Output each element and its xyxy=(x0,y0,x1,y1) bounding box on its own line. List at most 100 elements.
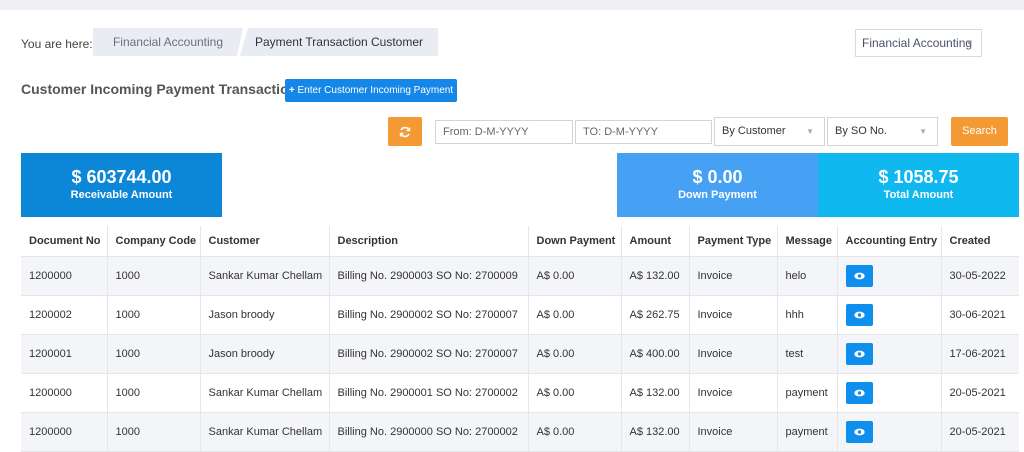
view-entry-button[interactable] xyxy=(845,381,873,404)
column-header[interactable]: Down Payment xyxy=(528,226,622,257)
table-row: 1200000 1000 Sankar Kumar Chellam Billin… xyxy=(21,256,1019,296)
table-cell xyxy=(837,256,942,296)
so-select[interactable]: By SO No. ▼ xyxy=(827,117,938,146)
chevron-down-icon: ▼ xyxy=(965,38,973,47)
breadcrumb-item-payment-transaction-customer[interactable]: Payment Transaction Customer xyxy=(240,28,438,56)
table-cell xyxy=(837,334,942,374)
view-entry-button[interactable] xyxy=(845,303,873,326)
column-header[interactable]: Accounting Entry xyxy=(837,226,942,257)
table-cell: Billing No. 2900002 SO No: 2700007 xyxy=(329,334,529,374)
column-header[interactable]: Amount xyxy=(621,226,690,257)
table-cell: 1000 xyxy=(107,256,201,296)
table-cell: 20-05-2021 xyxy=(941,373,1019,413)
column-header[interactable]: Description xyxy=(329,226,529,257)
module-select[interactable]: Financial Accounting ▼ xyxy=(855,29,982,57)
table-cell: hhh xyxy=(777,295,838,335)
table-cell: A$ 400.00 xyxy=(621,334,690,374)
table-cell: 20-05-2021 xyxy=(941,412,1019,452)
table-cell: Sankar Kumar Chellam xyxy=(200,412,330,452)
table-row: 1200000 1000 Sankar Kumar Chellam Billin… xyxy=(21,412,1019,452)
table-cell: 1000 xyxy=(107,334,201,374)
to-date-input[interactable]: TO: D-M-YYYY xyxy=(575,120,712,144)
breadcrumb-item-financial-accounting[interactable]: Financial Accounting xyxy=(93,28,243,56)
view-entry-button[interactable] xyxy=(845,342,873,365)
table-cell: 1000 xyxy=(107,412,201,452)
table-cell: 30-05-2022 xyxy=(941,256,1019,296)
eye-icon xyxy=(853,428,865,435)
column-header[interactable]: Message xyxy=(777,226,838,257)
table-row: 1200001 1000 Jason broody Billing No. 29… xyxy=(21,334,1019,374)
table-cell: Billing No. 2900002 SO No: 2700007 xyxy=(329,295,529,335)
table-cell: 1200002 xyxy=(21,295,108,335)
table-cell: Jason broody xyxy=(200,334,330,374)
down-payment-value: $ 0.00 xyxy=(692,167,743,187)
table-cell: Billing No. 2900001 SO No: 2700002 xyxy=(329,373,529,413)
down-payment-label: Down Payment xyxy=(678,189,757,201)
table-cell: Invoice xyxy=(689,412,778,452)
table-cell: Billing No. 2900000 SO No: 2700002 xyxy=(329,412,529,452)
table-cell: A$ 262.75 xyxy=(621,295,690,335)
table-cell xyxy=(837,373,942,413)
total-amount-label: Total Amount xyxy=(883,189,954,201)
table-cell: helo xyxy=(777,256,838,296)
view-entry-button[interactable] xyxy=(845,264,873,287)
table-cell: payment xyxy=(777,412,838,452)
eye-icon xyxy=(853,272,865,279)
total-amount-value: $ 1058.75 xyxy=(878,167,959,187)
table-row: 1200002 1000 Jason broody Billing No. 29… xyxy=(21,295,1019,335)
table-cell: A$ 0.00 xyxy=(528,295,622,335)
chevron-down-icon: ▼ xyxy=(919,127,927,136)
table-cell: Billing No. 2900003 SO No: 2700009 xyxy=(329,256,529,296)
down-payment-card: $ 0.00 Down Payment xyxy=(617,153,818,217)
table-cell: A$ 0.00 xyxy=(528,412,622,452)
table-cell: 17-06-2021 xyxy=(941,334,1019,374)
search-button[interactable]: Search xyxy=(951,117,1008,146)
table-header-row: Document No Company Code Customer Descri… xyxy=(21,226,1019,257)
table-cell: 1200001 xyxy=(21,334,108,374)
enter-payment-button[interactable]: + Enter Customer Incoming Payment xyxy=(285,79,457,102)
chevron-down-icon: ▼ xyxy=(806,127,814,136)
table-cell: 1000 xyxy=(107,295,201,335)
table-cell: Sankar Kumar Chellam xyxy=(200,373,330,413)
table-cell: Invoice xyxy=(689,295,778,335)
receivable-amount-card: $ 603744.00 Receivable Amount xyxy=(21,153,222,217)
total-amount-card: $ 1058.75 Total Amount xyxy=(818,153,1019,217)
receivable-amount-value: $ 603744.00 xyxy=(71,167,172,187)
customer-select[interactable]: By Customer ▼ xyxy=(714,117,825,146)
table-cell: 1200000 xyxy=(21,412,108,452)
table-cell: Invoice xyxy=(689,373,778,413)
table-cell: test xyxy=(777,334,838,374)
table-cell xyxy=(837,412,942,452)
table-cell: A$ 132.00 xyxy=(621,373,690,413)
table-cell: A$ 0.00 xyxy=(528,373,622,413)
table-cell: 1000 xyxy=(107,373,201,413)
table-cell: A$ 0.00 xyxy=(528,334,622,374)
table-cell: 1200000 xyxy=(21,256,108,296)
eye-icon xyxy=(853,311,865,318)
eye-icon xyxy=(853,350,865,357)
table-cell: Invoice xyxy=(689,256,778,296)
column-header[interactable]: Customer xyxy=(200,226,330,257)
column-header[interactable]: Payment Type xyxy=(689,226,778,257)
customer-select-value: By Customer xyxy=(722,125,786,137)
view-entry-button[interactable] xyxy=(845,420,873,443)
refresh-button[interactable] xyxy=(388,117,422,146)
page-title: Customer Incoming Payment Transaction xyxy=(21,81,298,97)
column-header[interactable]: Company Code xyxy=(107,226,201,257)
column-header[interactable]: Document No xyxy=(21,226,108,257)
enter-payment-label: Enter Customer Incoming Payment xyxy=(297,85,454,96)
receivable-amount-label: Receivable Amount xyxy=(70,189,173,201)
table-cell: Invoice xyxy=(689,334,778,374)
table-cell: A$ 0.00 xyxy=(528,256,622,296)
table-cell: 30-06-2021 xyxy=(941,295,1019,335)
table-cell: A$ 132.00 xyxy=(621,412,690,452)
table-cell xyxy=(837,295,942,335)
table-cell: payment xyxy=(777,373,838,413)
from-date-input[interactable]: From: D-M-YYYY xyxy=(435,120,573,144)
table-cell: 1200000 xyxy=(21,373,108,413)
column-header[interactable]: Created xyxy=(941,226,1019,257)
plus-icon: + xyxy=(288,85,298,96)
eye-icon xyxy=(853,389,865,396)
module-select-value: Financial Accounting xyxy=(862,36,973,50)
table-cell: A$ 132.00 xyxy=(621,256,690,296)
